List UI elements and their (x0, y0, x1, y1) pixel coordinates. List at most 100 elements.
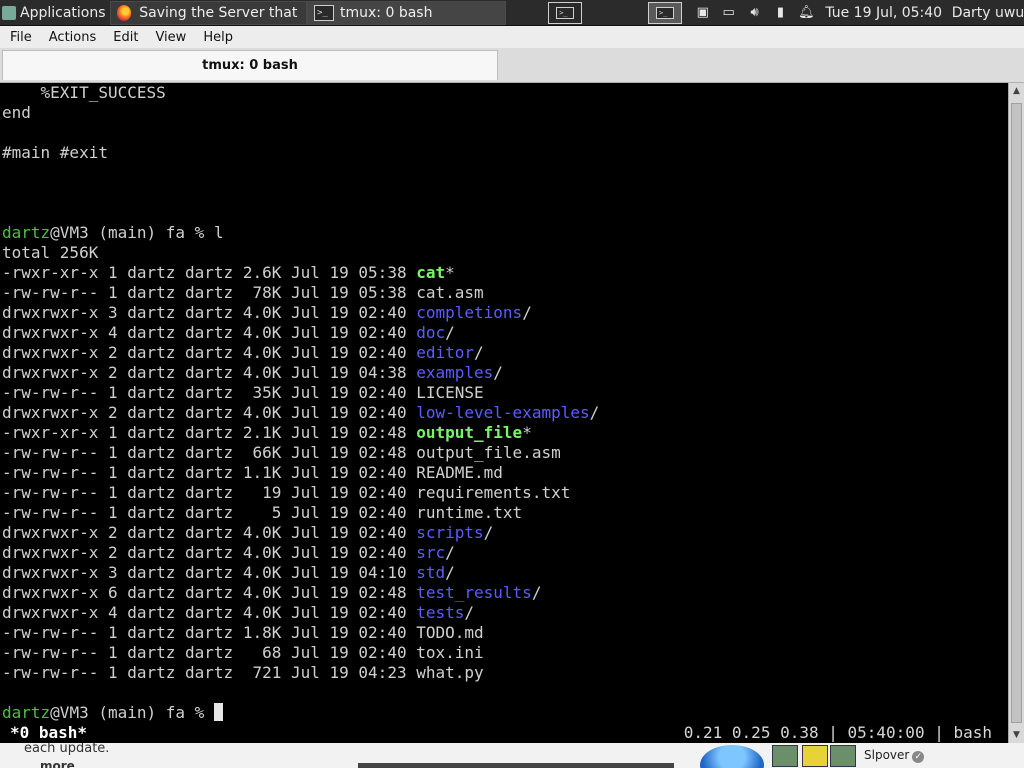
scrollbar-thumb[interactable] (1011, 103, 1022, 723)
avatar (772, 745, 798, 767)
bell-icon[interactable]: 🔔︎ (793, 5, 819, 20)
applications-icon (2, 5, 16, 20)
file-name: examples (416, 363, 494, 382)
file-suffix: / (493, 363, 503, 382)
background-more-link[interactable]: more (40, 759, 75, 768)
monitor-icon[interactable]: ▣ (690, 5, 716, 20)
file-suffix: * (445, 263, 455, 282)
listing-row: -rw-rw-r-- 1 dartz dartz 19 Jul 19 02:40… (0, 483, 1008, 503)
verified-icon: ✓ (912, 751, 925, 763)
file-name: doc (416, 323, 446, 342)
tmux-status-right: 0.21 0.25 0.38 | 05:40:00 | bash (683, 723, 992, 742)
menu-edit[interactable]: Edit (103, 30, 145, 45)
background-username[interactable]: Slpover ✓ (864, 748, 925, 763)
workspace-button-1[interactable]: >_ (548, 2, 583, 24)
tmux-window-indicator[interactable]: *0 bash* (10, 723, 87, 743)
notifications-tray-icon[interactable]: ▭ (716, 5, 742, 20)
listing-row: -rw-rw-r-- 1 dartz dartz 68 Jul 19 02:40… (0, 643, 1008, 663)
file-suffix: / (445, 323, 455, 342)
file-name: cat.asm (416, 283, 484, 302)
file-suffix: / (531, 583, 542, 602)
terminal-line: #main #exit (2, 143, 108, 162)
terminal-prompt-line[interactable]: dartz@VM3 (main) fa % (0, 703, 1008, 723)
menu-view[interactable]: View (145, 30, 193, 45)
globe-image (700, 745, 764, 768)
file-name: runtime.txt (416, 503, 523, 522)
clock[interactable]: Tue 19 Jul, 05:40 (819, 0, 947, 26)
listing-row: -rw-rw-r-- 1 dartz dartz 35K Jul 19 02:4… (0, 383, 1008, 403)
listing-row: drwxrwxr-x 2 dartz dartz 4.0K Jul 19 02:… (0, 543, 1008, 563)
applications-menu[interactable]: Applications (0, 0, 110, 26)
tmux-status-bar: *0 bash* 0.21 0.25 0.38 | 05:40:00 | bas… (0, 723, 1008, 743)
user-menu[interactable]: Darty uwu (948, 0, 1024, 26)
listing-row: drwxrwxr-x 4 dartz dartz 4.0K Jul 19 02:… (0, 323, 1008, 343)
file-meta: -rw-rw-r-- 1 dartz dartz 19 Jul 19 02:40 (2, 483, 417, 502)
file-suffix: / (474, 343, 484, 362)
file-name: output_file.asm (416, 443, 561, 462)
listing-row: -rw-rw-r-- 1 dartz dartz 66K Jul 19 02:4… (0, 443, 1008, 463)
listing-row: -rw-rw-r-- 1 dartz dartz 5 Jul 19 02:40 … (0, 503, 1008, 523)
file-meta: drwxrwxr-x 3 dartz dartz 4.0K Jul 19 02:… (2, 303, 417, 322)
workspace-button-2[interactable]: >_ (647, 2, 682, 24)
file-name: LICENSE (416, 383, 484, 402)
tab-title: tmux: 0 bash (202, 58, 298, 73)
file-meta: -rw-rw-r-- 1 dartz dartz 78K Jul 19 05:3… (2, 283, 417, 302)
avatar (830, 745, 856, 767)
listing-row: drwxrwxr-x 2 dartz dartz 4.0K Jul 19 04:… (0, 363, 1008, 383)
file-meta: drwxrwxr-x 4 dartz dartz 4.0K Jul 19 02:… (2, 603, 417, 622)
file-name: TODO.md (416, 623, 484, 642)
scroll-down-icon[interactable]: ▼ (1009, 727, 1024, 743)
menu-file[interactable]: File (0, 30, 39, 45)
listing-row: drwxrwxr-x 2 dartz dartz 4.0K Jul 19 02:… (0, 523, 1008, 543)
file-suffix: / (589, 403, 600, 422)
file-meta: drwxrwxr-x 2 dartz dartz 4.0K Jul 19 02:… (2, 543, 417, 562)
listing-row: drwxrwxr-x 4 dartz dartz 4.0K Jul 19 02:… (0, 603, 1008, 623)
menu-help[interactable]: Help (193, 30, 240, 45)
taskbar-item-terminal[interactable]: >_ tmux: 0 bash (307, 1, 507, 25)
terminal-line: %EXIT_SUCCESS (2, 83, 166, 102)
file-meta: -rw-rw-r-- 1 dartz dartz 721 Jul 19 04:2… (2, 663, 417, 682)
file-meta: drwxrwxr-x 2 dartz dartz 4.0K Jul 19 02:… (2, 343, 417, 362)
listing-row: -rw-rw-r-- 1 dartz dartz 721 Jul 19 04:2… (0, 663, 1008, 683)
top-panel: Applications Saving the Server that ... … (0, 0, 1024, 26)
terminal-output[interactable]: %EXIT_SUCCESS end #main #exit dartz@VM3 (ma… (0, 83, 1008, 743)
taskbar-item-browser[interactable]: Saving the Server that ... (109, 1, 308, 25)
file-meta: drwxrwxr-x 4 dartz dartz 4.0K Jul 19 02:… (2, 323, 417, 342)
prompt-text: @VM3 (main) fa % (50, 703, 214, 722)
listing-row: drwxrwxr-x 2 dartz dartz 4.0K Jul 19 02:… (0, 343, 1008, 363)
volume-icon[interactable]: 🔊︎ (742, 5, 768, 20)
file-meta: drwxrwxr-x 2 dartz dartz 4.0K Jul 19 04:… (2, 363, 417, 382)
tab-bar: tmux: 0 bash (0, 48, 1024, 83)
background-window-strip: each update. more Slpover ✓ (0, 743, 1024, 768)
file-meta: -rwxr-xr-x 1 dartz dartz 2.1K Jul 19 02:… (2, 423, 417, 442)
file-name: std (416, 563, 446, 582)
file-name: README.md (416, 463, 503, 482)
terminal-scrollbar[interactable]: ▲ ▼ (1008, 83, 1024, 743)
file-meta: -rw-rw-r-- 1 dartz dartz 5 Jul 19 02:40 (2, 503, 417, 522)
terminal-icon: >_ (556, 7, 575, 19)
listing-row: drwxrwxr-x 2 dartz dartz 4.0K Jul 19 02:… (0, 403, 1008, 423)
menu-actions[interactable]: Actions (39, 30, 104, 45)
tab-tmux[interactable]: tmux: 0 bash (2, 50, 498, 80)
file-meta: -rw-rw-r-- 1 dartz dartz 1.8K Jul 19 02:… (2, 623, 417, 642)
file-suffix: * (522, 423, 532, 442)
terminal-cursor (213, 703, 223, 721)
file-name: tox.ini (416, 643, 484, 662)
file-meta: drwxrwxr-x 3 dartz dartz 4.0K Jul 19 04:… (2, 563, 417, 582)
file-name: tests (416, 603, 465, 622)
listing-row: -rwxr-xr-x 1 dartz dartz 2.1K Jul 19 02:… (0, 423, 1008, 443)
file-suffix: / (483, 523, 494, 542)
listing-row: -rwxr-xr-x 1 dartz dartz 2.6K Jul 19 05:… (0, 263, 1008, 283)
background-username-label: Slpover (864, 748, 910, 762)
listing-row: drwxrwxr-x 6 dartz dartz 4.0K Jul 19 02:… (0, 583, 1008, 603)
menu-bar: File Actions Edit View Help (0, 26, 1024, 49)
listing-total: total 256K (2, 243, 99, 262)
terminal-icon: >_ (655, 7, 674, 19)
battery-icon[interactable]: ▮ (768, 5, 794, 20)
scroll-up-icon[interactable]: ▲ (1009, 83, 1024, 99)
file-name: editor (416, 343, 475, 362)
